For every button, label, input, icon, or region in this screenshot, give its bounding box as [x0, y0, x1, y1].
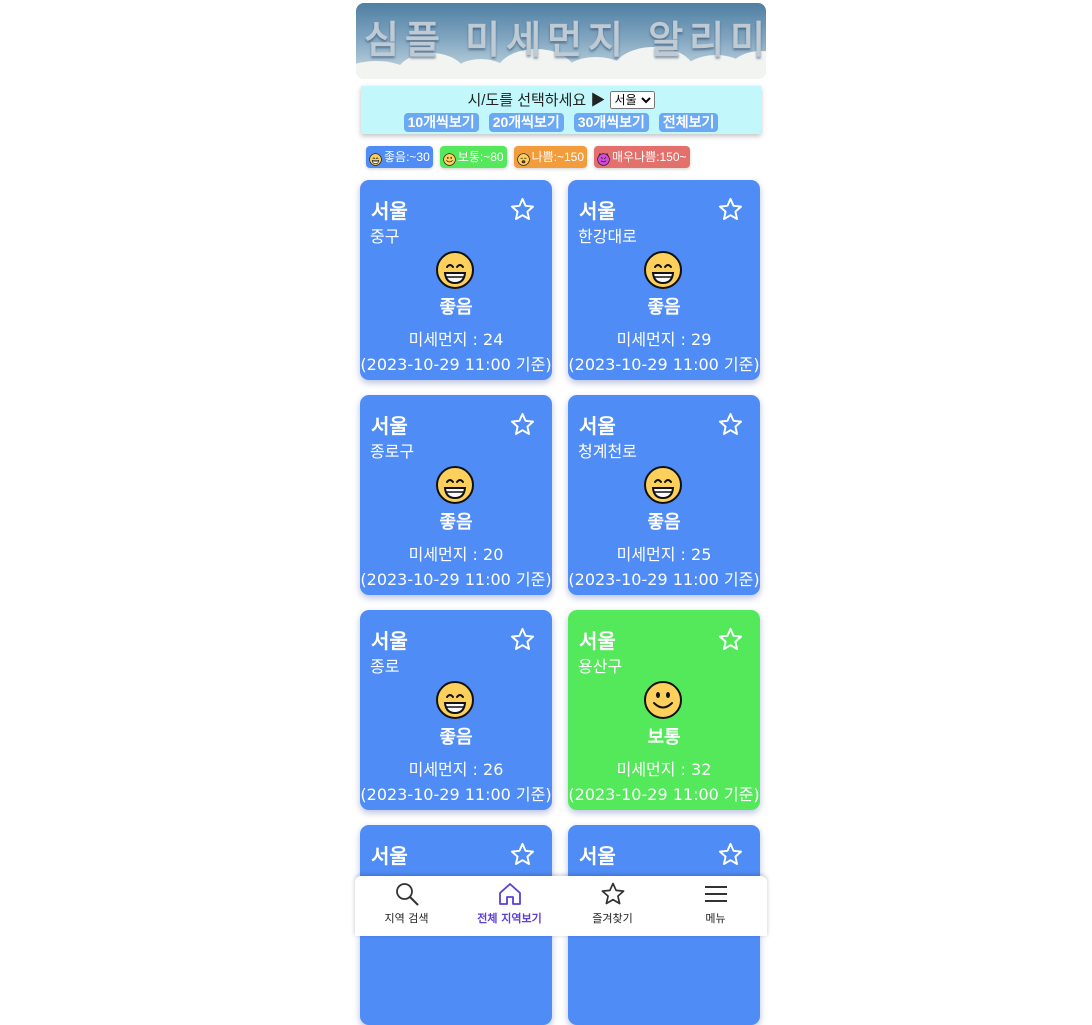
- favorite-star-icon[interactable]: [718, 412, 743, 437]
- favorite-star-icon[interactable]: [718, 842, 743, 867]
- card-pm-value: 미세먼지 : 32: [616, 760, 712, 779]
- nav-favorites[interactable]: 즐겨찾기: [561, 876, 664, 936]
- nav-label: 전체 지역보기: [477, 912, 542, 925]
- view-10-button[interactable]: 10개씩보기: [403, 113, 479, 132]
- nav-label: 메뉴: [705, 912, 726, 925]
- grin-face-icon: [369, 151, 382, 166]
- air-quality-legend: 좋음:~30 보통:~80 나쁨:~150 매우나쁨:150~: [366, 146, 690, 168]
- station-card[interactable]: 서울 용산구 보통 미세먼지 : 32 (2023-10-29 11:00 기준…: [568, 610, 760, 810]
- legend-label: 매우나쁨:150~: [612, 150, 687, 164]
- smile-face-icon: [443, 151, 456, 166]
- card-city: 서울: [579, 844, 616, 868]
- card-city: 서울: [371, 414, 408, 438]
- filter-panel: 시/도를 선택하세요 ▶ 서울 10개씩보기 20개씩보기 30개씩보기 전체보…: [361, 86, 761, 134]
- card-timestamp: (2023-10-29 11:00 기준): [360, 570, 552, 589]
- grin-face-icon: [435, 465, 475, 505]
- grin-face-icon: [435, 250, 475, 290]
- legend-label: 보통:~80: [457, 150, 504, 164]
- header-banner: 심플 미세먼지 알리미: [356, 3, 766, 79]
- home-icon: [498, 883, 521, 905]
- card-pm-value: 미세먼지 : 24: [408, 330, 504, 349]
- legend-normal: 보통:~80: [439, 146, 507, 168]
- legend-bad: 나쁨:~150: [513, 146, 588, 168]
- view-30-button[interactable]: 30개씩보기: [573, 113, 649, 132]
- bottom-navigation: 지역 검색 전체 지역보기 즐겨찾기 메뉴: [355, 876, 767, 936]
- nav-menu[interactable]: 메뉴: [664, 876, 767, 936]
- card-pm-value: 미세먼지 : 29: [616, 330, 712, 349]
- favorite-star-icon[interactable]: [510, 842, 535, 867]
- favorite-star-icon[interactable]: [510, 627, 535, 652]
- cry-face-icon: [516, 151, 530, 166]
- card-pm-value: 미세먼지 : 26: [408, 760, 504, 779]
- smile-face-icon: [643, 680, 683, 720]
- card-status: 좋음: [439, 297, 473, 318]
- devil-face-icon: [597, 151, 610, 166]
- card-district: 한강대로: [578, 227, 637, 246]
- card-district: 청계천로: [578, 442, 637, 461]
- card-district: 중구: [370, 227, 400, 246]
- card-city: 서울: [371, 199, 408, 223]
- card-timestamp: (2023-10-29 11:00 기준): [568, 570, 760, 589]
- region-select-label: 시/도를 선택하세요 ▶: [467, 92, 606, 109]
- app-title: 심플 미세먼지 알리미: [364, 18, 766, 62]
- legend-good: 좋음:~30: [366, 146, 433, 168]
- star-icon: [601, 882, 624, 905]
- legend-label: 좋음:~30: [384, 150, 430, 164]
- card-timestamp: (2023-10-29 11:00 기준): [568, 785, 760, 804]
- nav-label: 지역 검색: [384, 912, 429, 925]
- view-20-button[interactable]: 20개씩보기: [488, 113, 564, 132]
- card-status: 좋음: [439, 512, 473, 533]
- card-city: 서울: [371, 629, 408, 653]
- card-city: 서울: [579, 629, 616, 653]
- nav-label: 즐겨찾기: [592, 912, 633, 925]
- card-pm-value: 미세먼지 : 20: [408, 545, 504, 564]
- legend-very-bad: 매우나쁨:150~: [594, 146, 690, 168]
- card-status: 좋음: [439, 727, 473, 748]
- card-district: 용산구: [578, 657, 623, 676]
- region-select[interactable]: 서울: [609, 91, 655, 109]
- nav-all-regions[interactable]: 전체 지역보기: [458, 876, 561, 936]
- card-district: 종로: [370, 657, 400, 676]
- station-card[interactable]: 서울 종로구 좋음 미세먼지 : 20 (2023-10-29 11:00 기준…: [360, 395, 552, 595]
- menu-icon: [704, 886, 727, 902]
- card-pm-value: 미세먼지 : 25: [616, 545, 712, 564]
- grin-face-icon: [435, 680, 475, 720]
- favorite-star-icon[interactable]: [718, 197, 743, 222]
- station-card[interactable]: 서울 청계천로 좋음 미세먼지 : 25 (2023-10-29 11:00 기…: [568, 395, 760, 595]
- card-timestamp: (2023-10-29 11:00 기준): [360, 355, 552, 374]
- card-district: 종로구: [370, 442, 415, 461]
- card-status: 보통: [647, 727, 681, 748]
- station-card[interactable]: 서울 종로 좋음 미세먼지 : 26 (2023-10-29 11:00 기준): [360, 610, 552, 810]
- station-card[interactable]: 서울 중구 좋음 미세먼지 : 24 (2023-10-29 11:00 기준): [360, 180, 552, 380]
- card-city: 서울: [579, 414, 616, 438]
- nav-search[interactable]: 지역 검색: [355, 876, 458, 936]
- grin-face-icon: [643, 465, 683, 505]
- card-timestamp: (2023-10-29 11:00 기준): [568, 355, 760, 374]
- card-timestamp: (2023-10-29 11:00 기준): [360, 785, 552, 804]
- favorite-star-icon[interactable]: [718, 627, 743, 652]
- favorite-star-icon[interactable]: [510, 412, 535, 437]
- grin-face-icon: [643, 250, 683, 290]
- view-all-button[interactable]: 전체보기: [658, 113, 719, 132]
- station-card[interactable]: 서울 한강대로 좋음 미세먼지 : 29 (2023-10-29 11:00 기…: [568, 180, 760, 380]
- card-status: 좋음: [647, 512, 681, 533]
- card-city: 서울: [371, 844, 408, 868]
- legend-label: 나쁨:~150: [531, 150, 585, 164]
- search-icon: [395, 883, 418, 906]
- app: 심플 미세먼지 알리미 시/도를 선택하세요 ▶ 서울 10개씩보기 20개씩보…: [356, 0, 766, 1025]
- favorite-star-icon[interactable]: [510, 197, 535, 222]
- card-city: 서울: [579, 199, 616, 223]
- card-status: 좋음: [647, 297, 681, 318]
